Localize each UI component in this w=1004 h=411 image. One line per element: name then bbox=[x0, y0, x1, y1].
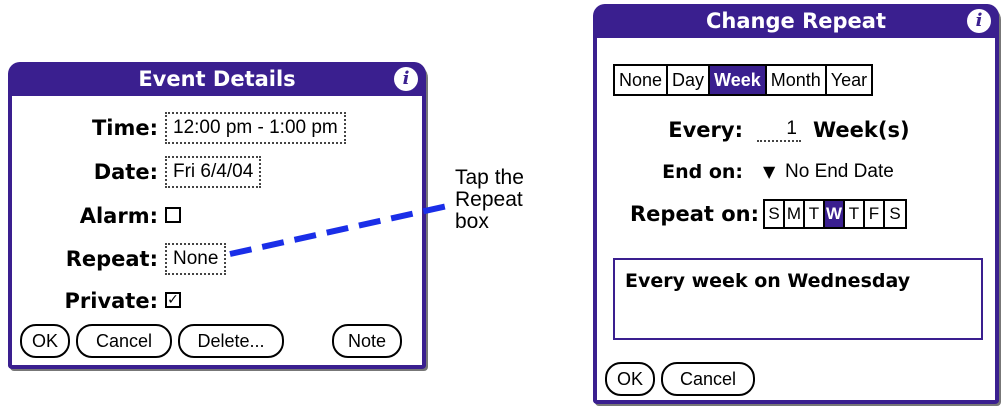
every-unit: Week(s) bbox=[813, 118, 910, 142]
change-repeat-title: Change Repeat bbox=[706, 9, 886, 33]
info-icon[interactable]: i bbox=[967, 9, 991, 33]
frequency-week[interactable]: Week bbox=[710, 66, 767, 94]
frequency-day[interactable]: Day bbox=[668, 66, 711, 94]
callout-line-1: Tap the bbox=[455, 166, 524, 189]
change-repeat-dialog: Change Repeat i None Day Week Month Year… bbox=[593, 4, 999, 404]
every-label: Every: bbox=[668, 118, 743, 142]
repeat-description-box: Every week on Wednesday bbox=[613, 258, 983, 340]
day-wednesday[interactable]: W bbox=[825, 201, 845, 227]
every-value-field[interactable]: 1 bbox=[757, 116, 801, 142]
frequency-selector: None Day Week Month Year bbox=[613, 64, 874, 96]
day-tuesday[interactable]: T bbox=[805, 201, 825, 227]
callout-text: Tap the Repeat box bbox=[455, 167, 565, 233]
day-saturday[interactable]: S bbox=[885, 201, 905, 227]
frequency-month[interactable]: Month bbox=[767, 66, 827, 94]
day-sunday[interactable]: S bbox=[765, 201, 785, 227]
day-monday[interactable]: M bbox=[785, 201, 805, 227]
end-on-label: End on: bbox=[662, 161, 743, 183]
frequency-year[interactable]: Year bbox=[827, 66, 871, 94]
repeat-description: Every week on Wednesday bbox=[625, 270, 911, 292]
callout-line-2: Repeat bbox=[455, 188, 523, 211]
cancel-button[interactable]: Cancel bbox=[661, 362, 755, 396]
day-friday[interactable]: F bbox=[865, 201, 885, 227]
callout-line-3: box bbox=[455, 210, 489, 233]
repeat-on-label: Repeat on: bbox=[630, 202, 759, 226]
ok-button[interactable]: OK bbox=[605, 362, 655, 396]
dropdown-triangle-icon[interactable]: ▼ bbox=[763, 154, 775, 190]
change-repeat-title-bar: Change Repeat i bbox=[593, 4, 999, 38]
weekday-selector: S M T W T F S bbox=[763, 199, 907, 229]
end-on-dropdown[interactable]: No End Date bbox=[785, 154, 894, 190]
day-thursday[interactable]: T bbox=[845, 201, 865, 227]
frequency-none[interactable]: None bbox=[615, 66, 669, 94]
